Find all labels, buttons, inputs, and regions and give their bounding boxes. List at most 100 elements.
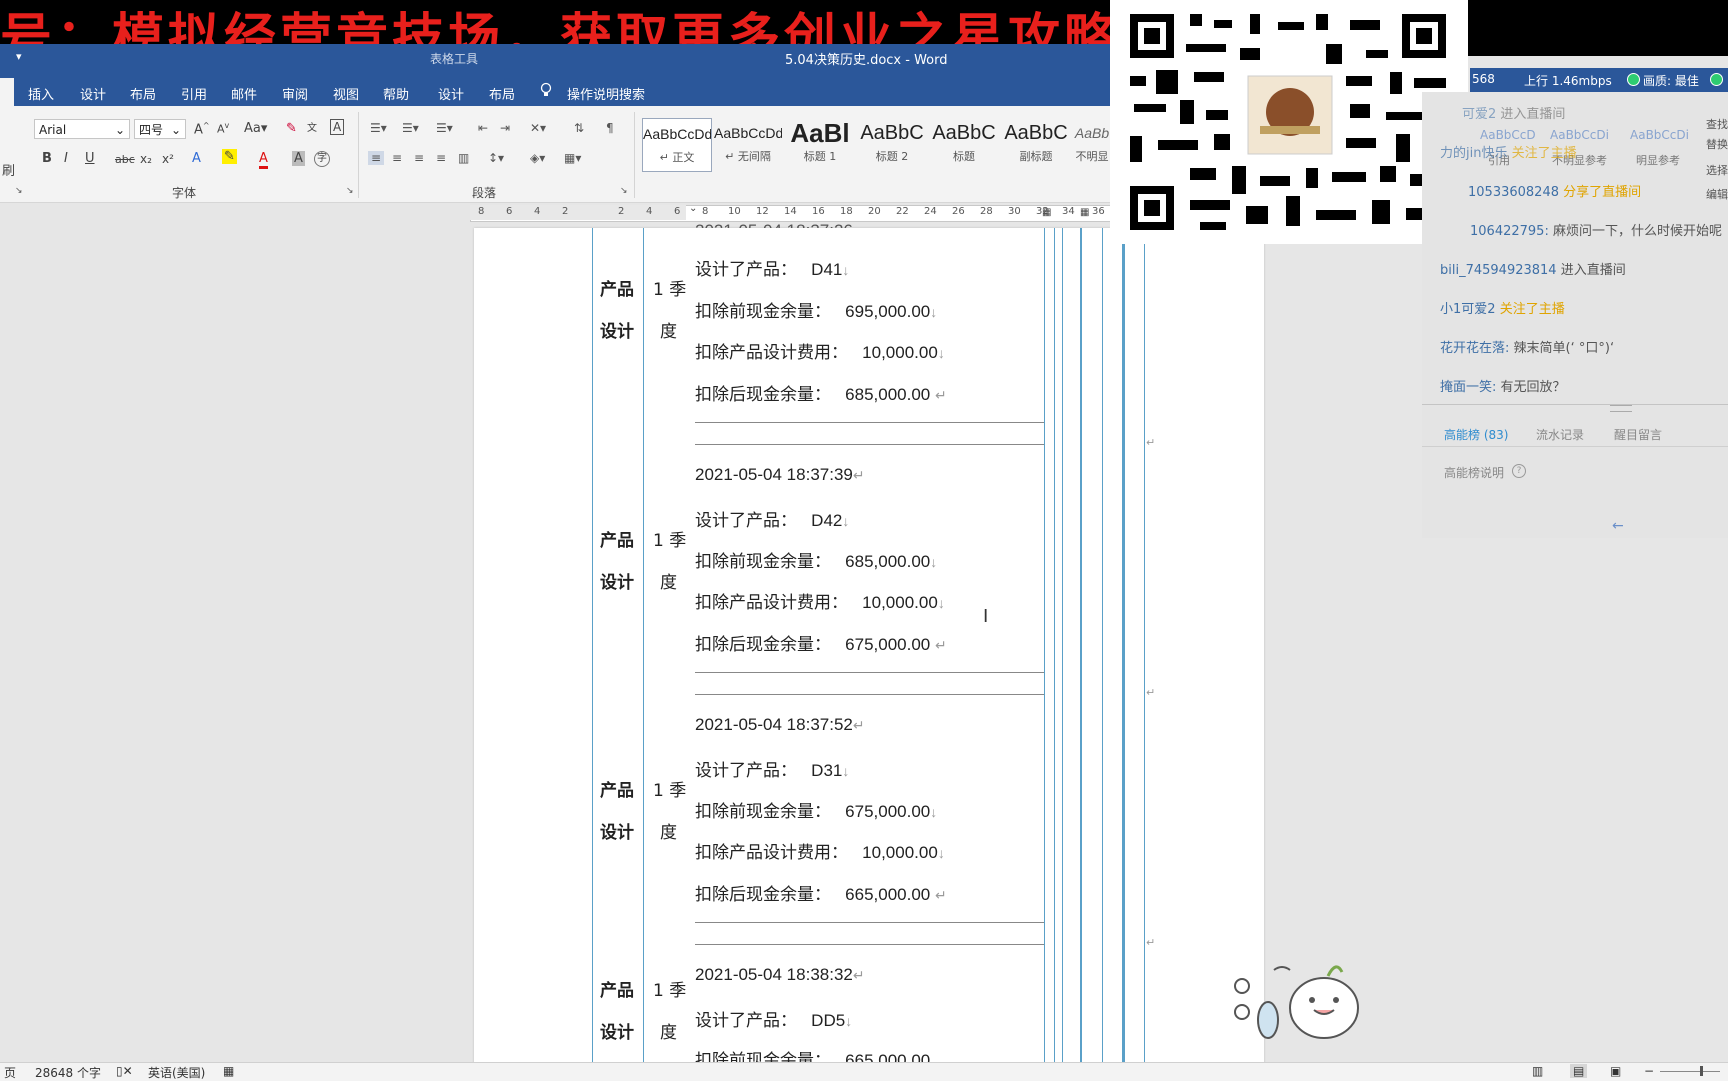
table-border	[1102, 228, 1103, 1064]
font-color-icon[interactable]: A	[259, 151, 268, 169]
help-icon[interactable]: ?	[1512, 464, 1526, 478]
style-heading-1[interactable]: AaBl 标题 1	[786, 118, 854, 170]
paragraph-dialog-launcher-icon[interactable]: ↘	[620, 186, 628, 196]
numbering-icon[interactable]: ☰▾	[402, 121, 419, 135]
language-indicator[interactable]: 英语(美国)	[148, 1064, 205, 1081]
resize-handle-icon[interactable]	[1610, 405, 1632, 412]
tab-records[interactable]: 流水记录	[1536, 426, 1584, 443]
align-right-icon[interactable]: ≡	[414, 151, 424, 165]
chat-text: 辣末简单(‘ °口°)‘	[1513, 341, 1615, 356]
indent-marker-icon[interactable]: ⌄	[689, 203, 697, 214]
shading-icon[interactable]: ◈▾	[530, 151, 545, 165]
multilevel-list-icon[interactable]: ☰▾	[436, 121, 453, 135]
font-group-label: 字体	[172, 186, 197, 200]
bold-icon[interactable]: B	[42, 151, 52, 166]
sort-icon[interactable]: ⇅	[574, 121, 584, 135]
justify-icon[interactable]: ≡	[436, 151, 446, 165]
superscript-icon[interactable]: x²	[162, 152, 174, 166]
entry-before-line: 扣除前现金余量： 665,000.00	[695, 1046, 930, 1062]
tab-help[interactable]: 帮助	[383, 84, 409, 103]
underline-icon[interactable]: U	[85, 151, 95, 166]
borders-icon[interactable]: ▦▾	[564, 151, 581, 165]
shrink-font-icon[interactable]: Av	[217, 121, 229, 136]
entry-after-line: 扣除后现金余量： 685,000.00 ↵	[695, 385, 947, 404]
accessibility-icon[interactable]: ▦	[223, 1064, 234, 1078]
style-subtle[interactable]: AaBb 不明显	[1074, 118, 1110, 170]
phonetic-guide-icon[interactable]: 文	[307, 119, 317, 134]
decrease-indent-icon[interactable]: ⇤	[478, 121, 488, 135]
before-label: 扣除前现金余量：	[695, 302, 831, 321]
row-label-line2: 设计	[600, 823, 634, 843]
word-count[interactable]: 28648 个字	[35, 1064, 101, 1081]
highlight-icon[interactable]: ✎	[222, 149, 237, 164]
read-mode-icon[interactable]: ▥	[1532, 1064, 1543, 1078]
ruler-number: 2	[562, 206, 569, 217]
quick-access-dropdown-icon[interactable]: ▾	[16, 50, 22, 63]
before-value: 695,000.00	[845, 302, 931, 321]
style-title[interactable]: AaBbC 标题	[930, 118, 998, 170]
zoom-out-icon[interactable]: −	[1644, 1064, 1654, 1078]
arrow-left-icon[interactable]: ←	[1612, 518, 1624, 534]
change-case-icon[interactable]: Aa▾	[244, 121, 267, 136]
char-border-icon[interactable]: A	[330, 119, 345, 135]
format-painter-label[interactable]: 刷	[2, 160, 15, 179]
font-dialog-launcher-icon[interactable]: ↘	[346, 186, 354, 196]
style-normal[interactable]: AaBbCcDd ↵ 正文	[642, 118, 712, 172]
font-size-select[interactable]: 四号 ⌄	[134, 119, 186, 139]
align-center-icon[interactable]: ≡	[392, 151, 402, 165]
dialog-launcher-icon[interactable]: ↘	[15, 186, 23, 196]
entry-separator	[695, 944, 1044, 945]
tab-layout[interactable]: 布局	[130, 84, 156, 103]
distributed-icon[interactable]: ▥	[458, 151, 469, 165]
chinese-layout-icon[interactable]: ✕▾	[530, 121, 546, 135]
table-column-marker-icon[interactable]: ▦	[1080, 207, 1089, 218]
grow-font-icon[interactable]: A^	[194, 121, 210, 137]
tab-references[interactable]: 引用	[181, 84, 207, 103]
entry-separator	[695, 922, 1044, 923]
print-layout-icon[interactable]: ▤	[1570, 1064, 1588, 1078]
tab-super-chat[interactable]: 醒目留言	[1614, 426, 1662, 443]
tab-review[interactable]: 审阅	[282, 84, 308, 103]
chat-message: 10533608248 分享了直播间	[1468, 181, 1641, 200]
tab-rank[interactable]: 高能榜 (83)	[1444, 426, 1508, 443]
entry-product-line: 设计了产品： D31↓	[695, 761, 850, 780]
product-code: D41	[811, 260, 843, 279]
font-name-select[interactable]: Arial ⌄	[34, 119, 130, 139]
chevron-down-icon: ⌄	[114, 123, 125, 137]
bullets-icon[interactable]: ☰▾	[370, 121, 387, 135]
char-shading-icon[interactable]: A	[292, 151, 305, 166]
ruler-number: 32	[1036, 206, 1049, 217]
tab-design[interactable]: 设计	[80, 84, 106, 103]
page-indicator[interactable]: 页	[4, 1064, 16, 1081]
italic-icon[interactable]: I	[64, 151, 68, 166]
row-quarter-line2: 度	[660, 322, 677, 342]
entry-fee-line: 扣除产品设计费用： 10,000.00↓	[695, 343, 945, 362]
tab-insert[interactable]: 插入	[28, 84, 54, 103]
row-label-line1: 产品	[600, 280, 634, 300]
style-subtitle[interactable]: AaBbC 副标题	[1002, 118, 1070, 170]
tab-table-design[interactable]: 设计	[438, 84, 464, 103]
style-heading-2[interactable]: AaBbC 标题 2	[858, 118, 926, 170]
zoom-slider-thumb[interactable]	[1700, 1066, 1703, 1076]
subscript-icon[interactable]: x₂	[140, 152, 152, 166]
strikethrough-icon[interactable]: abc	[115, 153, 135, 166]
line-spacing-icon[interactable]: ↕▾	[488, 151, 504, 165]
tell-me-search[interactable]: 操作说明搜索	[567, 84, 645, 103]
clear-format-icon[interactable]: ✎	[286, 121, 297, 136]
style-no-spacing[interactable]: AaBbCcDd ↵ 无间隔	[714, 118, 782, 170]
align-left-icon[interactable]: ≡	[368, 151, 385, 165]
text-effects-icon[interactable]: A	[192, 151, 201, 166]
proofing-icon[interactable]: ▯✕	[116, 1064, 133, 1078]
tab-table-layout[interactable]: 布局	[489, 84, 515, 103]
tab-mailings[interactable]: 邮件	[231, 84, 257, 103]
tab-view[interactable]: 视图	[333, 84, 359, 103]
zoom-slider[interactable]	[1660, 1071, 1720, 1072]
enclose-char-icon[interactable]: 字	[314, 151, 330, 167]
ruler-number: 4	[534, 206, 541, 217]
web-layout-icon[interactable]: ▣	[1610, 1064, 1621, 1078]
chat-user: 掩面一笑:	[1440, 380, 1497, 395]
show-marks-icon[interactable]: ¶	[606, 121, 614, 135]
timestamp-value: 2021-05-04 18:38:32	[695, 965, 853, 984]
increase-indent-icon[interactable]: ⇥	[500, 121, 510, 135]
chat-user: 106422795:	[1470, 224, 1549, 239]
